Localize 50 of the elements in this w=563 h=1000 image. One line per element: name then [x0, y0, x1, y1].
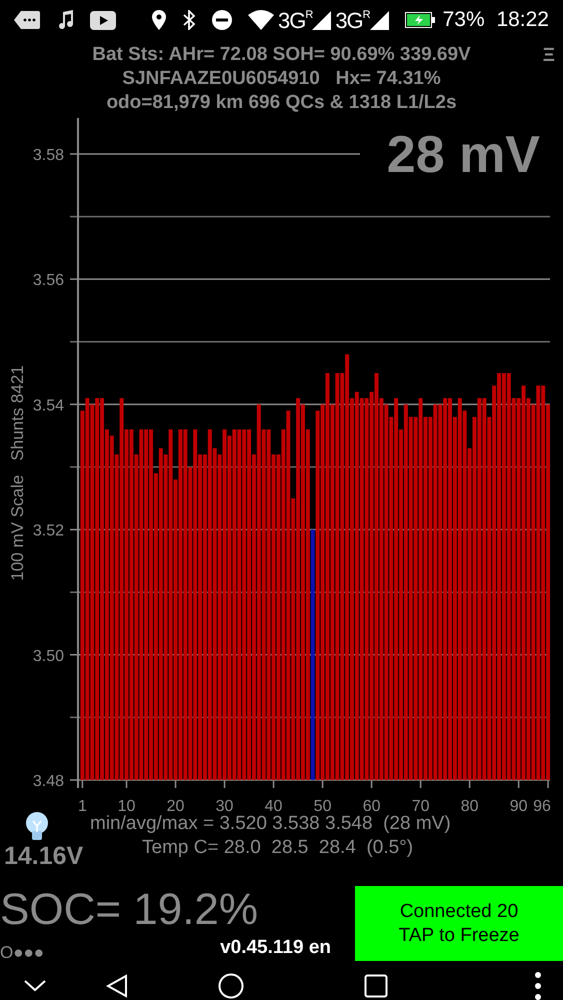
message-icon	[14, 11, 40, 29]
home-icon[interactable]	[218, 973, 244, 999]
x-axis-label: 20	[166, 798, 184, 812]
bluetooth-icon	[182, 10, 196, 30]
signal-icon	[312, 10, 332, 30]
temperature-text: Temp C= 28.0 28.5 28.4 (0.5°)	[142, 837, 414, 858]
x-axis-label: 80	[460, 798, 479, 812]
network-label: 3G$^{R}$	[278, 6, 312, 34]
x-axis-label: 90	[510, 798, 528, 812]
x-axis-label: 96	[533, 798, 551, 812]
x-axis-label: 1	[78, 798, 87, 812]
menu-icon[interactable]: Ξ	[542, 44, 555, 68]
version-text: v0.45.119 en	[220, 936, 331, 960]
x-axis-label: 60	[362, 798, 380, 812]
x-axis-label: 30	[216, 798, 234, 812]
do-not-disturb-icon	[212, 10, 232, 30]
music-note-icon	[56, 10, 74, 30]
y-axis-label: 3.52	[32, 522, 64, 540]
min-avg-max-text: min/avg/max = 3.520 3.538 3.548 (28 mV)	[90, 813, 451, 834]
chevron-down-icon[interactable]	[24, 980, 46, 992]
network-label: 3G$^{R}$	[335, 6, 370, 34]
back-icon[interactable]	[106, 974, 128, 998]
play-icon	[90, 10, 116, 30]
y-axis-title: 100 mV Scale Shunts 8421	[8, 365, 27, 581]
battery-info-text: SJNFAAZE0U6054910 Hx= 74.31%	[122, 68, 441, 89]
battery-info-text: odo=81,979 km 696 QCs & 1318 L1/L2s	[106, 92, 457, 113]
x-axis-label: 10	[118, 798, 136, 812]
battery-info-text: Bat Sts: AHr= 72.08 SOH= 90.69% 339.69V	[92, 44, 471, 65]
freeze-button[interactable]: Connected 20 TAP to Freeze	[355, 886, 563, 961]
clock-time: 18:22	[496, 7, 549, 34]
x-axis-label: 40	[264, 798, 282, 812]
battery-percent: 73%	[442, 7, 485, 34]
light-bulb-icon	[24, 812, 50, 842]
location-pin-icon	[152, 10, 166, 30]
x-axis-label: 70	[412, 798, 430, 812]
y-axis-label: 3.54	[32, 397, 64, 414]
signal-icon	[370, 10, 389, 30]
progress-dots: O●●●	[0, 942, 44, 962]
chart-title: 28 mV	[386, 126, 540, 184]
more-options-icon[interactable]	[535, 972, 541, 1000]
soc-reading: SOC= 19.2%	[0, 886, 260, 934]
x-axis-label: 50	[314, 798, 332, 812]
y-axis-label: 3.50	[32, 648, 64, 665]
battery-charging-icon	[404, 12, 435, 28]
wifi-icon	[248, 10, 274, 30]
voltage-reading: 14.16V	[3, 842, 84, 870]
recent-apps-icon[interactable]	[364, 974, 388, 998]
y-axis-label: 3.58	[32, 146, 64, 164]
y-axis-label: 3.48	[32, 773, 64, 790]
y-axis-label: 3.56	[32, 272, 64, 290]
